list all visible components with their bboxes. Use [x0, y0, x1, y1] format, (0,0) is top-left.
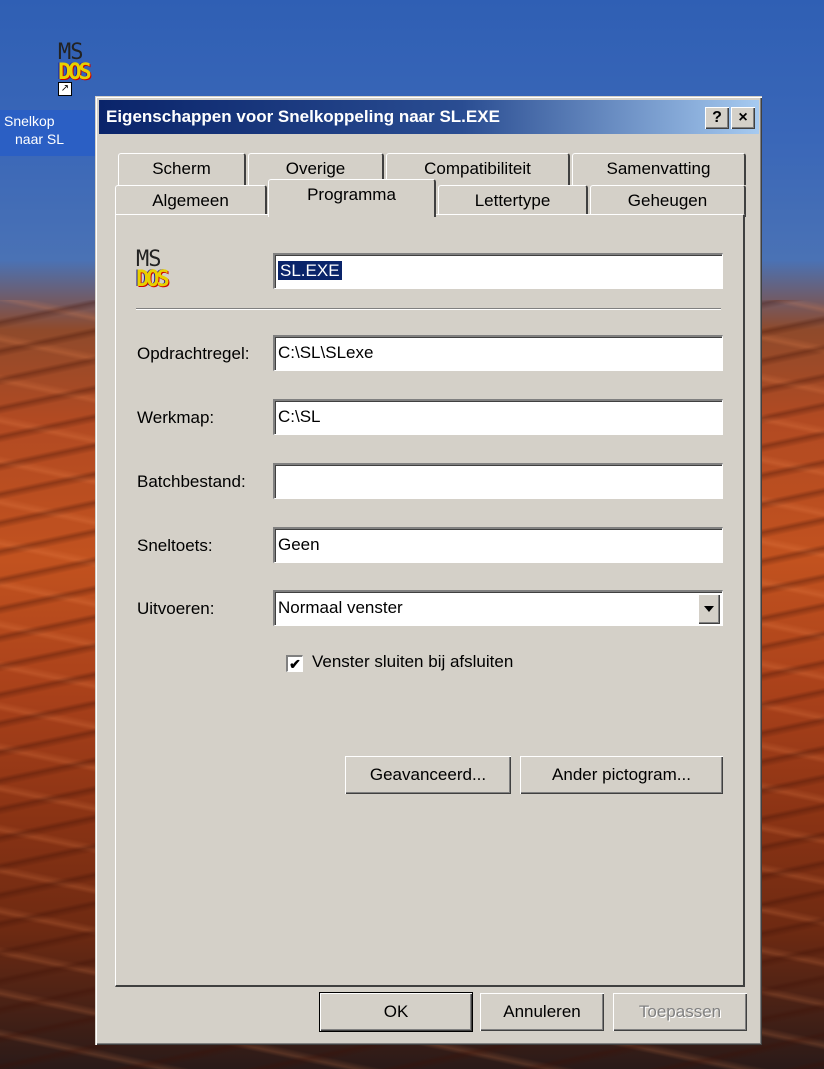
tab-panel-programma: MS DOS SL.EXE Opdrachtregel: C:\SL\SLexe… — [115, 214, 745, 987]
command-line-field[interactable]: C:\SL\SLexe — [273, 335, 723, 371]
dialog-titlebar[interactable]: Eigenschappen voor Snelkoppeling naar SL… — [99, 100, 759, 134]
apply-button[interactable]: Toepassen — [613, 993, 747, 1031]
section-divider — [136, 308, 721, 310]
working-folder-field[interactable]: C:\SL — [273, 399, 723, 435]
chevron-down-icon[interactable] — [698, 594, 720, 624]
close-on-exit-checkbox[interactable]: ✔ — [286, 655, 303, 672]
program-name-field[interactable]: SL.EXE — [273, 253, 723, 289]
batch-file-field[interactable] — [273, 463, 723, 499]
working-folder-label: Werkmap: — [137, 408, 215, 427]
tab-lettertype[interactable]: Lettertype — [438, 185, 588, 217]
change-icon-button[interactable]: Ander pictogram... — [520, 756, 723, 794]
command-line-label: Opdrachtregel: — [137, 344, 250, 363]
help-button[interactable]: ? — [705, 107, 729, 129]
tab-algemeen[interactable]: Algemeen — [115, 185, 267, 217]
tab-programma[interactable]: Programma — [268, 179, 436, 217]
shortcut-arrow-icon: ↗ — [58, 82, 72, 96]
ms-dos-icon: MS DOS ↗ — [58, 40, 92, 96]
shortcut-key-field[interactable]: Geen — [273, 527, 723, 563]
ms-dos-program-icon: MS DOS — [136, 247, 170, 292]
run-mode-select[interactable]: Normaal venster — [273, 590, 723, 626]
desktop-shortcut-label[interactable]: Snelkop naar SL — [0, 110, 96, 156]
dialog-title: Eigenschappen voor Snelkoppeling naar SL… — [106, 107, 500, 126]
batch-file-label: Batchbestand: — [137, 472, 246, 491]
shortcut-key-label: Sneltoets: — [137, 536, 213, 555]
close-button[interactable]: × — [731, 107, 755, 129]
properties-dialog: Eigenschappen voor Snelkoppeling naar SL… — [95, 96, 762, 1045]
run-label: Uitvoeren: — [137, 599, 215, 618]
tab-samenvatting[interactable]: Samenvatting — [572, 153, 746, 185]
cancel-button[interactable]: Annuleren — [480, 993, 604, 1031]
tab-scherm[interactable]: Scherm — [118, 153, 246, 185]
close-on-exit-label: Venster sluiten bij afsluiten — [312, 652, 514, 671]
ok-button[interactable]: OK — [319, 992, 473, 1032]
tab-geheugen[interactable]: Geheugen — [590, 185, 746, 217]
advanced-button[interactable]: Geavanceerd... — [345, 756, 511, 794]
